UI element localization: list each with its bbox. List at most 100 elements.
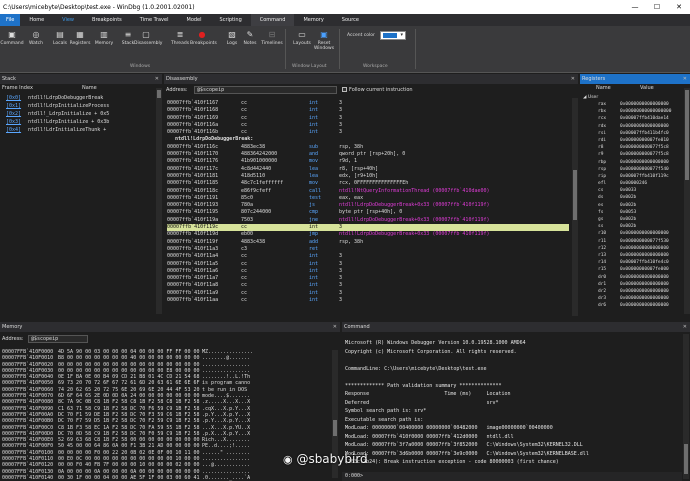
disassembly-address-input[interactable]: @$scopeip: [194, 86, 337, 94]
disassembly-line[interactable]: 00007ffb`410f116a cc int 3: [167, 122, 569, 129]
register-row[interactable]: dr6 0x0000000000000000: [582, 303, 686, 310]
disassembly-line[interactable]: 00007ffb`410f1185 48c7c1feffffff mov rcx, 0…: [167, 180, 569, 187]
register-row[interactable]: rip 0x00007ffb410f119c: [582, 174, 686, 181]
register-row[interactable]: r11 0x000000000077f530: [582, 239, 686, 246]
disassembly-line[interactable]: 00007ffb`410f1168 cc int 3: [167, 107, 569, 114]
close-icon[interactable]: ✕: [333, 322, 337, 332]
disassembly-line[interactable]: 00007ffb`410f116b cc int 3: [167, 129, 569, 136]
disassembly-line[interactable]: 00007ffb`410f117c 4c8d442440 lea r8, [rsp+4…: [167, 166, 569, 173]
frame-index-link[interactable]: [0x1]: [6, 103, 21, 110]
tab-command[interactable]: Command: [250, 14, 295, 26]
disassembly-line[interactable]: 00007ffb`410f11a4 cc int 3: [167, 253, 569, 260]
tab-breakpoints[interactable]: Breakpoints: [83, 14, 131, 26]
disassembly-line[interactable]: 00007ffb`410f1167 cc int 3: [167, 100, 569, 107]
frame-index-link[interactable]: [0x0]: [6, 95, 21, 102]
disassembly-line[interactable]: 00007ffb`410f116c 4883ec38 sub rsp, 38h: [167, 144, 569, 151]
register-row[interactable]: fs 0x0053: [582, 210, 686, 217]
tab-view[interactable]: View: [53, 14, 83, 26]
disassembly-line[interactable]: 00007ffb`410f119a 7503 jne ntdll!LdrpDoDebu…: [167, 217, 569, 224]
disassembly-line[interactable]: 00007ffb`410f11a6 cc int 3: [167, 268, 569, 275]
disassembly-line[interactable]: 00007ffb`410f1191 85c0 test eax, eax: [167, 195, 569, 202]
close-icon[interactable]: ✕: [683, 74, 687, 84]
close-button[interactable]: ✕: [668, 0, 690, 14]
disassembly-line[interactable]: 00007ffb`410f11a5 cc int 3: [167, 261, 569, 268]
frame-index-link[interactable]: [0x3]: [6, 119, 21, 126]
disassembly-line[interactable]: 00007ffb`410f1195 807c244000 cmp byte ptr […: [167, 209, 569, 216]
column-value[interactable]: Value: [640, 85, 654, 91]
table-row[interactable]: [0x1] ntdll!LdrpInitializeProcess: [2, 103, 162, 111]
register-row[interactable]: dr1 0x0000000000000000: [582, 282, 686, 289]
disassembly-line[interactable]: 00007ffb`410f11a9 cc int 3: [167, 290, 569, 297]
close-icon[interactable]: ✕: [571, 74, 575, 84]
command-output-line: [345, 373, 680, 382]
registers-scrollbar[interactable]: [684, 88, 690, 314]
tab-home[interactable]: Home: [20, 14, 53, 26]
column-name[interactable]: Name: [596, 85, 611, 91]
chevron-down-icon[interactable]: ◢: [583, 95, 586, 100]
disassembly-line[interactable]: 00007ffb`410f11a3 c3 ret: [167, 246, 569, 253]
disassembly-line[interactable]: 00007ffb`410f11aa cc int 3: [167, 297, 569, 304]
threads-button[interactable]: ≣ Threads: [168, 29, 192, 47]
command-input[interactable]: [368, 473, 668, 480]
table-row[interactable]: [0x3] ntdll!LdrpInitialize + 0x3b: [2, 119, 162, 127]
follow-instruction-checkbox[interactable]: [342, 87, 347, 92]
tab-memory[interactable]: Memory: [294, 14, 332, 26]
close-icon[interactable]: ✕: [155, 74, 159, 84]
tab-scripting[interactable]: Scripting: [211, 14, 251, 26]
disassembly-line[interactable]: 00007ffb`410f1181 418d5110 lea edx, [r9+10h…: [167, 173, 569, 180]
register-row[interactable]: rsi 0x00007ffb411b4fc0: [582, 131, 686, 138]
memory-address-input[interactable]: @$scopeip: [28, 335, 88, 343]
minimize-button[interactable]: —: [624, 0, 646, 14]
register-row[interactable]: rdx 0x0000000000000000: [582, 124, 686, 131]
disassembly-line[interactable]: 00007ffb`410f1169 cc int 3: [167, 115, 569, 122]
tab-time-travel[interactable]: Time Travel: [131, 14, 178, 26]
disassembly-line[interactable]: 00007ffb`410f11a7 cc int 3: [167, 275, 569, 282]
accent-color-picker[interactable]: ▾: [380, 31, 406, 40]
register-row[interactable]: rsp 0x000000000077f540: [582, 167, 686, 174]
command-scrollbar[interactable]: [683, 334, 689, 479]
register-row[interactable]: r15 0x00000000007fe000: [582, 267, 686, 274]
close-icon[interactable]: ✕: [683, 322, 687, 332]
disassembly-line[interactable]: 00007ffb`410f1193 780a js ntdll!LdrpDoDebug…: [167, 202, 569, 209]
register-row[interactable]: rcx 0x00007ffb410dae14: [582, 116, 686, 123]
timelines-button[interactable]: ⊟ Timelines: [260, 29, 284, 47]
watch-button[interactable]: ◎ Watch: [24, 29, 48, 47]
registers-button[interactable]: ▦ Registers: [68, 29, 92, 47]
register-row[interactable]: r12 0x0000000000000000: [582, 246, 686, 253]
register-row[interactable]: es 0x002b: [582, 203, 686, 210]
column-name[interactable]: Name: [82, 85, 97, 91]
disassembly-line[interactable]: 00007ffb`410f119f 4883c438 add rsp, 38h: [167, 239, 569, 246]
register-row[interactable]: r10 0x0000000000000000: [582, 231, 686, 238]
table-row[interactable]: [0x4] ntdll!LdrInitializeThunk +: [2, 127, 162, 135]
disassembly-button[interactable]: ▢ Disassembly: [134, 29, 162, 47]
register-row[interactable]: rbp 0x0000000000000000: [582, 160, 686, 167]
disassembly-line[interactable]: 00007ffb`410f119d eb00 jmp ntdll!LdrpDoDebu…: [167, 231, 569, 238]
notes-button[interactable]: ✎ Notes: [238, 29, 262, 47]
frame-index-link[interactable]: [0x4]: [6, 127, 21, 134]
register-row[interactable]: ds 0x002b: [582, 195, 686, 202]
register-group-user[interactable]: ◢ User: [583, 95, 598, 100]
column-frame-index[interactable]: Frame Index: [2, 85, 33, 91]
command-button[interactable]: ▣ Command: [0, 29, 24, 47]
tab-file[interactable]: File: [0, 14, 21, 26]
reset-windows-button[interactable]: ▣ Reset Windows: [312, 29, 336, 52]
table-row[interactable]: [0x2] ntdll!_LdrpInitialize + 0x5: [2, 111, 162, 119]
register-row[interactable]: dr0 0x0000000000000000: [582, 275, 686, 282]
tab-model[interactable]: Model: [178, 14, 211, 26]
layouts-button[interactable]: ▭ Layouts: [290, 29, 314, 47]
disassembly-line[interactable]: 00007ffb`410f1170 488364242000 and qword pt…: [167, 151, 569, 158]
disassembly-line[interactable]: 00007ffb`410f1176 41b901000000 mov r9d, 1: [167, 158, 569, 165]
breakpoints-button[interactable]: ● Breakpoints: [190, 29, 217, 47]
disassembly-line[interactable]: 00007ffb`410f11a8 cc int 3: [167, 282, 569, 289]
maximize-button[interactable]: ☐: [646, 0, 668, 14]
register-row[interactable]: dr2 0x0000000000000000: [582, 289, 686, 296]
disassembly-line[interactable]: 00007ffb`410f118c e86f9cfeff call ntdll!NtQ…: [167, 188, 569, 195]
stack-scrollbar[interactable]: [156, 88, 162, 314]
frame-index-link[interactable]: [0x2]: [6, 111, 21, 118]
table-row[interactable]: [0x0] ntdll!LdrpDoDebuggerBreak: [2, 95, 162, 103]
tab-source[interactable]: Source: [333, 14, 368, 26]
memory-button[interactable]: ▥ Memory: [92, 29, 116, 47]
disassembly-scrollbar[interactable]: [572, 98, 578, 316]
register-row[interactable]: r9 0x000000000077f5c8: [582, 152, 686, 159]
disassembly-line[interactable]: 00007ffb`410f119c cc int 3: [167, 224, 569, 232]
